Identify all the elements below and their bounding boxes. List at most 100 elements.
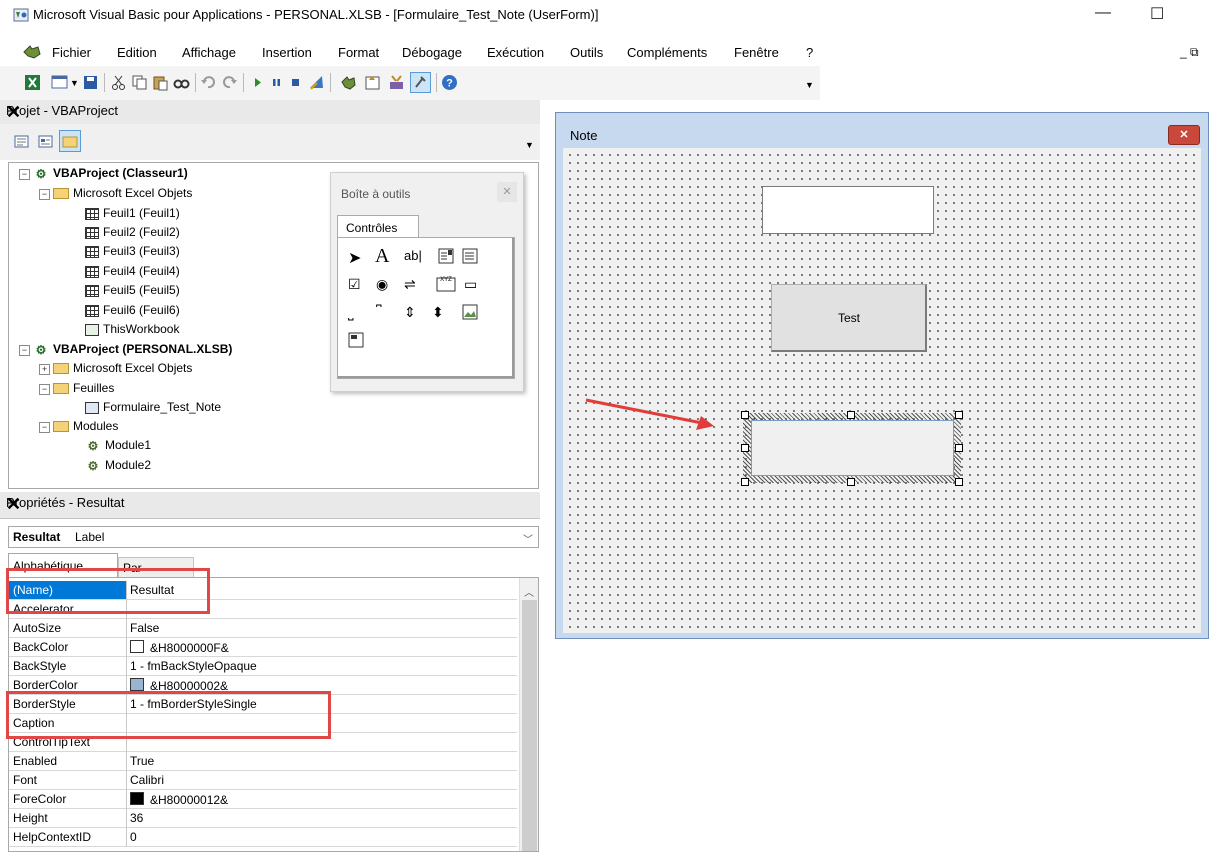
tree-node-sheet[interactable]: Feuil2 (Feuil2) [85,225,180,239]
toolbar-overflow-icon[interactable]: ▼ [805,80,814,90]
tree-node-module[interactable]: ⚙ Module1 [85,438,151,453]
resize-handle[interactable] [955,444,963,452]
view-object-icon[interactable] [38,134,53,149]
property-row-helpcontextid[interactable]: HelpContextID 0 [9,828,517,847]
collapse-toggle[interactable]: − [39,422,50,433]
textbox-tool-icon[interactable]: ab| [404,248,422,263]
toolbox-tab-controls[interactable]: Contrôles [337,215,419,238]
menu-format[interactable]: Format [338,45,379,60]
tree-node-module[interactable]: ⚙ Module2 [85,458,151,473]
checkbox-tool-icon[interactable]: ☑ [348,276,361,293]
menu-help[interactable]: ? [806,45,813,60]
tree-node-folder[interactable]: Modules [53,419,118,433]
expand-toggle[interactable]: + [39,364,50,375]
tree-node-sheet[interactable]: Feuil6 (Feuil6) [85,303,180,317]
collapse-toggle[interactable]: − [19,169,30,180]
find-icon[interactable] [173,74,190,91]
excel-view-icon[interactable] [24,74,41,91]
properties-window-icon[interactable] [364,74,381,91]
menu-debogage[interactable]: Débogage [402,45,462,60]
menu-insertion[interactable]: Insertion [262,45,312,60]
tree-node-sheet[interactable]: Feuil4 (Feuil4) [85,264,180,278]
toolbox-close-button[interactable]: ✕ [497,182,517,202]
multipage-tool-icon[interactable]: ⎴ [376,304,382,321]
command-button-tool-icon[interactable]: ▭ [464,276,477,293]
label-tool-icon[interactable]: A [375,245,389,268]
panel-overflow-icon[interactable]: ▼ [525,140,534,150]
property-row-forecolor[interactable]: ForeColor &H80000012& [9,790,517,809]
tabstrip-tool-icon[interactable]: ⎵ [348,304,354,321]
insert-userform-icon[interactable] [51,74,68,91]
properties-scrollbar[interactable]: ︿ [519,578,538,851]
toolbox-icon[interactable] [410,72,431,93]
property-row-font[interactable]: Font Calibri [9,771,517,790]
minimize-button[interactable]: — [1095,4,1111,22]
help-icon[interactable]: ? [441,74,458,91]
listbox-tool-icon[interactable] [462,248,478,264]
undo-icon[interactable] [200,74,217,91]
combobox-tool-icon[interactable] [438,248,454,264]
object-browser-icon[interactable] [388,74,405,91]
project-explorer-icon[interactable] [340,74,357,91]
maximize-button[interactable]: ☐ [1150,4,1164,24]
menu-affichage[interactable]: Affichage [182,45,236,60]
resize-handle[interactable] [741,444,749,452]
toggle-button-tool-icon[interactable]: ⇌ [404,276,416,293]
cut-icon[interactable] [110,74,127,91]
pause-icon[interactable] [268,74,285,91]
stop-icon[interactable] [287,74,304,91]
textbox-control[interactable] [762,186,934,234]
tree-node-folder[interactable]: Microsoft Excel Objets [53,186,192,200]
resize-handle[interactable] [847,411,855,419]
menu-edition[interactable]: Edition [117,45,157,60]
menu-fenetre[interactable]: Fenêtre [734,45,779,60]
property-row-autosize[interactable]: AutoSize False [9,619,517,638]
scroll-up-icon[interactable]: ︿ [524,584,534,599]
save-icon[interactable] [82,74,99,91]
collapse-toggle[interactable]: − [39,384,50,395]
tree-node-sheet[interactable]: Feuil3 (Feuil3) [85,244,180,258]
resize-handle[interactable] [741,411,749,419]
property-row-height[interactable]: Height 36 [9,809,517,828]
tree-node-project[interactable]: ⚙ VBAProject (PERSONAL.XLSB) [33,342,233,357]
scrollbar-thumb[interactable] [522,600,537,851]
menu-complements[interactable]: Compléments [627,45,707,60]
tree-node-folder[interactable]: Microsoft Excel Objets [53,361,192,375]
run-icon[interactable] [249,74,266,91]
property-row-enabled[interactable]: Enabled True [9,752,517,771]
view-code-icon[interactable] [14,134,29,149]
mdi-restore-button[interactable]: _ ⧉ [1180,45,1199,60]
copy-icon[interactable] [131,74,148,91]
paste-icon[interactable] [152,74,169,91]
tree-node-workbook[interactable]: ThisWorkbook [85,322,179,336]
design-mode-icon[interactable] [308,74,325,91]
refedit-tool-icon[interactable] [348,332,364,348]
resize-handle[interactable] [741,478,749,486]
frame-tool-icon[interactable]: XYZ [436,274,456,292]
userform-close-button[interactable]: ✕ [1168,125,1200,145]
resize-handle[interactable] [955,478,963,486]
tree-node-folder[interactable]: Feuilles [53,381,114,395]
project-panel-close-button[interactable]: ✕ [6,103,536,121]
tree-node-userform[interactable]: Formulaire_Test_Note [85,400,221,414]
redo-icon[interactable] [221,74,238,91]
properties-panel-close-button[interactable]: ✕ [6,495,536,513]
menu-fichier[interactable]: Fichier [52,45,91,60]
toggle-folders-icon[interactable] [59,130,81,152]
property-row-backstyle[interactable]: BackStyle 1 - fmBackStyleOpaque [9,657,517,676]
test-command-button[interactable]: Test [771,284,927,352]
spinbutton-tool-icon[interactable]: ⬍ [432,304,444,321]
menu-outils[interactable]: Outils [570,45,603,60]
resize-handle[interactable] [847,478,855,486]
scrollbar-tool-icon[interactable]: ⇕ [404,304,416,321]
resultat-label-control[interactable] [751,420,954,476]
tree-node-project[interactable]: ⚙ VBAProject (Classeur1) [33,166,188,181]
image-tool-icon[interactable] [462,304,478,320]
option-button-tool-icon[interactable]: ◉ [376,276,388,293]
object-selector-dropdown[interactable]: Resultat Label ﹀ [8,526,539,548]
tree-node-sheet[interactable]: Feuil1 (Feuil1) [85,206,180,220]
select-pointer-icon[interactable]: ➤ [348,248,361,268]
resize-handle[interactable] [955,411,963,419]
dropdown-arrow-icon[interactable]: ▼ [70,78,79,88]
property-row-backcolor[interactable]: BackColor &H8000000F& [9,638,517,657]
